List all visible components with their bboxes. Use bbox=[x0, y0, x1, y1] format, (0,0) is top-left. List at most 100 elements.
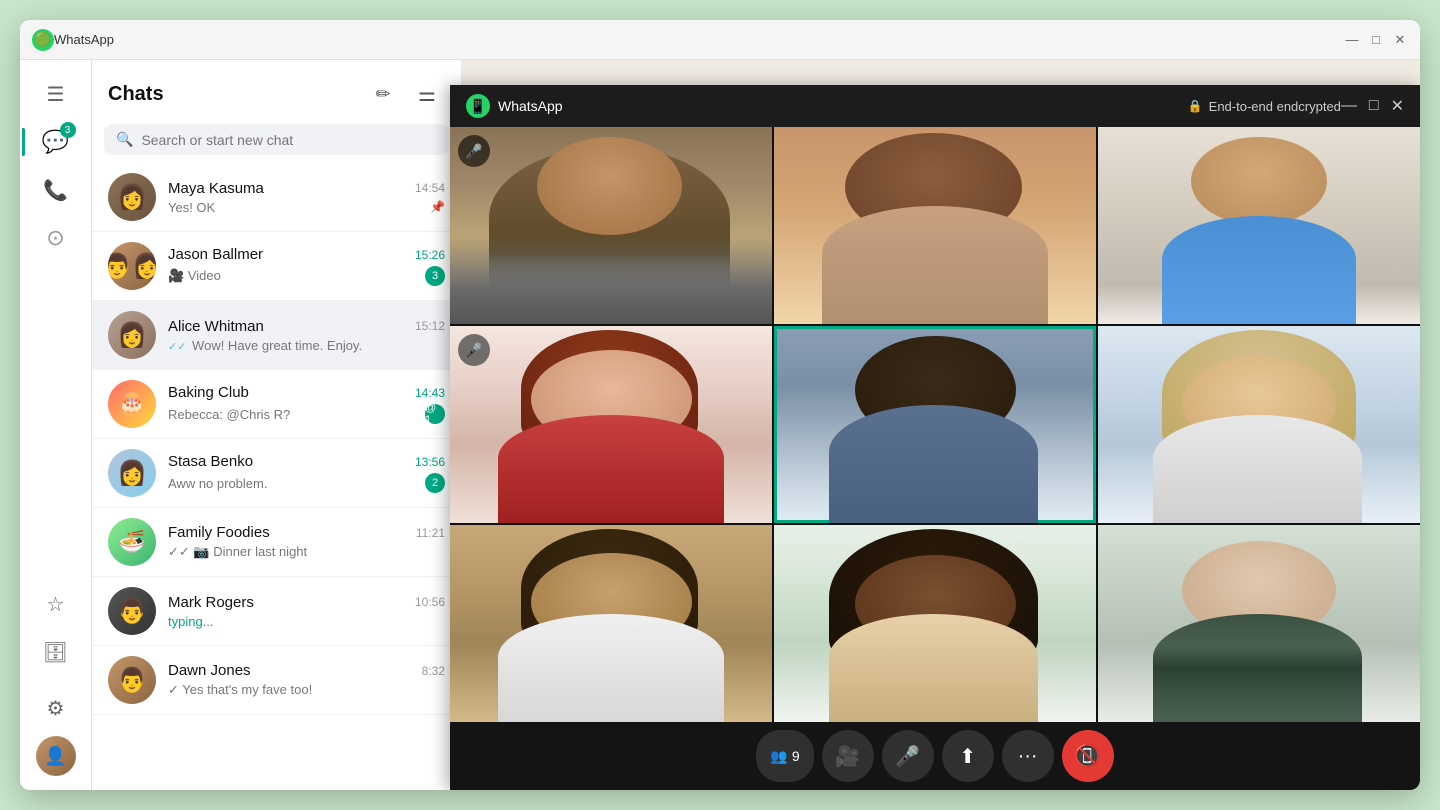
sidebar-menu-button[interactable]: ☰ bbox=[34, 72, 78, 116]
list-item[interactable]: 👨‍👩 Jason Ballmer 15:26 🎥 Video 3 bbox=[92, 232, 461, 301]
list-item[interactable]: 🎂 Baking Club 14:43 Rebecca: @Chris R? @… bbox=[92, 370, 461, 439]
list-item[interactable]: 👩 Alice Whitman 15:12 ✓✓ Wow! Have great… bbox=[92, 301, 461, 370]
avatar: 👩 bbox=[108, 449, 156, 497]
video-cell: 🎤 bbox=[450, 326, 772, 523]
video-app-name: WhatsApp bbox=[498, 98, 1188, 114]
double-check-icon: ✓✓ bbox=[168, 341, 186, 353]
search-input[interactable] bbox=[141, 132, 437, 148]
chat-msg-row: typing... bbox=[168, 614, 445, 629]
chat-info: Alice Whitman 15:12 ✓✓ Wow! Have great t… bbox=[168, 318, 445, 353]
avatar: 👨 bbox=[108, 587, 156, 635]
mute-icon: 🎤 bbox=[465, 342, 482, 359]
settings-icon: ⚙ bbox=[47, 696, 65, 721]
video-cell bbox=[450, 525, 772, 722]
chat-message: ✓✓ 📷 Dinner last night bbox=[168, 544, 307, 560]
avatar: 🎂 bbox=[108, 380, 156, 428]
chat-message: ✓ Yes that's my fave too! bbox=[168, 682, 312, 698]
video-window-controls: — □ ✕ bbox=[1341, 96, 1404, 116]
chat-name-row: Family Foodies 11:21 bbox=[168, 524, 445, 541]
participants-icon: 👥 bbox=[770, 748, 787, 765]
chat-message: typing... bbox=[168, 614, 214, 629]
pin-icon: 📌 bbox=[430, 200, 445, 214]
list-item[interactable]: 👨 Mark Rogers 10:56 typing... bbox=[92, 577, 461, 646]
video-cell bbox=[1098, 326, 1420, 523]
video-cell bbox=[1098, 127, 1420, 324]
header-icons: ✏ ⚌ bbox=[365, 76, 445, 112]
chat-name: Dawn Jones bbox=[168, 662, 251, 679]
chat-name: Family Foodies bbox=[168, 524, 270, 541]
chat-name-row: Dawn Jones 8:32 bbox=[168, 662, 445, 679]
video-cell: 🎤 bbox=[450, 127, 772, 324]
chat-msg-row: ✓✓ 📷 Dinner last night bbox=[168, 544, 445, 560]
new-chat-icon: ✏ bbox=[375, 84, 390, 105]
mute-icon: 🎤 bbox=[465, 143, 482, 160]
search-input-wrap: 🔍 bbox=[104, 124, 449, 155]
participants-count: 9 bbox=[792, 748, 800, 764]
archived-icon: 🗄 bbox=[43, 640, 68, 665]
chat-msg-row: 🎥 Video 3 bbox=[168, 266, 445, 286]
chat-time: 11:21 bbox=[416, 526, 445, 540]
sidebar-item-settings[interactable]: ⚙ bbox=[34, 686, 78, 730]
sidebar-bottom: ☆ 🗄 ⚙ 👤 bbox=[34, 582, 78, 778]
sidebar-item-chats[interactable]: 💬 3 bbox=[34, 120, 78, 164]
starred-icon: ☆ bbox=[47, 592, 65, 617]
chat-info: Baking Club 14:43 Rebecca: @Chris R? @ 1 bbox=[168, 384, 445, 424]
share-screen-button[interactable]: ⬆ bbox=[942, 730, 994, 782]
video-title-bar: 📱 WhatsApp 🔒 End-to-end endcrypted — □ ✕ bbox=[450, 85, 1420, 127]
mic-button[interactable]: 🎤 bbox=[882, 730, 934, 782]
chat-name-row: Alice Whitman 15:12 bbox=[168, 318, 445, 335]
more-options-button[interactable]: ··· bbox=[1002, 730, 1054, 782]
video-maximize-button[interactable]: □ bbox=[1369, 96, 1379, 116]
video-call-window: 📱 WhatsApp 🔒 End-to-end endcrypted — □ ✕ bbox=[450, 85, 1420, 790]
list-item[interactable]: 👨 Dawn Jones 8:32 ✓ Yes that's my fave t… bbox=[92, 646, 461, 715]
sidebar-item-starred[interactable]: ☆ bbox=[34, 582, 78, 626]
video-call-logo: 📱 bbox=[466, 94, 490, 118]
new-chat-button[interactable]: ✏ bbox=[365, 76, 401, 112]
video-cell bbox=[774, 127, 1096, 324]
video-cell bbox=[1098, 525, 1420, 722]
chat-name: Alice Whitman bbox=[168, 318, 264, 335]
list-item[interactable]: 🍜 Family Foodies 11:21 ✓✓ 📷 Dinner last … bbox=[92, 508, 461, 577]
unread-badge: 2 bbox=[425, 473, 445, 493]
search-icon: 🔍 bbox=[116, 131, 133, 148]
camera-icon: 🎥 bbox=[835, 744, 860, 769]
video-minimize-button[interactable]: — bbox=[1341, 96, 1357, 116]
calls-icon: 📞 bbox=[43, 178, 68, 203]
video-toggle-button[interactable]: 🎥 bbox=[822, 730, 874, 782]
chat-info: Maya Kasuma 14:54 Yes! OK 📌 bbox=[168, 180, 445, 215]
sidebar-item-status[interactable]: ⊙ bbox=[34, 216, 78, 260]
sidebar-item-calls[interactable]: 📞 bbox=[34, 168, 78, 212]
filter-button[interactable]: ⚌ bbox=[409, 76, 445, 112]
chat-list-panel: Chats ✏ ⚌ 🔍 👩 bbox=[92, 60, 462, 790]
chat-time: 15:12 bbox=[415, 319, 445, 333]
mute-indicator: 🎤 bbox=[458, 334, 490, 366]
video-grid: 🎤 bbox=[450, 127, 1420, 722]
mention-badge: @ 1 bbox=[425, 404, 445, 424]
chat-name: Jason Ballmer bbox=[168, 246, 263, 263]
close-button[interactable]: ✕ bbox=[1392, 32, 1408, 48]
sidebar-item-archived[interactable]: 🗄 bbox=[34, 630, 78, 674]
microphone-icon: 🎤 bbox=[895, 744, 920, 769]
avatar: 👨 bbox=[108, 656, 156, 704]
list-item[interactable]: 👩 Stasa Benko 13:56 Aww no problem. 2 bbox=[92, 439, 461, 508]
lock-icon: 🔒 bbox=[1188, 99, 1203, 113]
window-controls: — □ ✕ bbox=[1344, 32, 1408, 48]
chat-info: Mark Rogers 10:56 typing... bbox=[168, 594, 445, 629]
chat-message: Yes! OK bbox=[168, 200, 215, 215]
chat-time: 14:43 bbox=[415, 386, 445, 400]
maximize-button[interactable]: □ bbox=[1368, 32, 1384, 48]
chat-name: Maya Kasuma bbox=[168, 180, 264, 197]
sidebar-item-profile[interactable]: 👤 bbox=[34, 734, 78, 778]
participants-button[interactable]: 👥 9 bbox=[756, 730, 813, 782]
chat-name-row: Stasa Benko 13:56 bbox=[168, 453, 445, 470]
chat-message: ✓✓ Wow! Have great time. Enjoy. bbox=[168, 338, 362, 353]
minimize-button[interactable]: — bbox=[1344, 32, 1360, 48]
end-call-button[interactable]: 📵 bbox=[1062, 730, 1114, 782]
chat-info: Stasa Benko 13:56 Aww no problem. 2 bbox=[168, 453, 445, 493]
list-item[interactable]: 👩 Maya Kasuma 14:54 Yes! OK 📌 bbox=[92, 163, 461, 232]
chat-name-row: Jason Ballmer 15:26 bbox=[168, 246, 445, 263]
chat-msg-row: Rebecca: @Chris R? @ 1 bbox=[168, 404, 445, 424]
chat-msg-row: ✓✓ Wow! Have great time. Enjoy. bbox=[168, 338, 445, 353]
video-close-button[interactable]: ✕ bbox=[1391, 96, 1404, 116]
share-icon: ⬆ bbox=[959, 744, 976, 769]
